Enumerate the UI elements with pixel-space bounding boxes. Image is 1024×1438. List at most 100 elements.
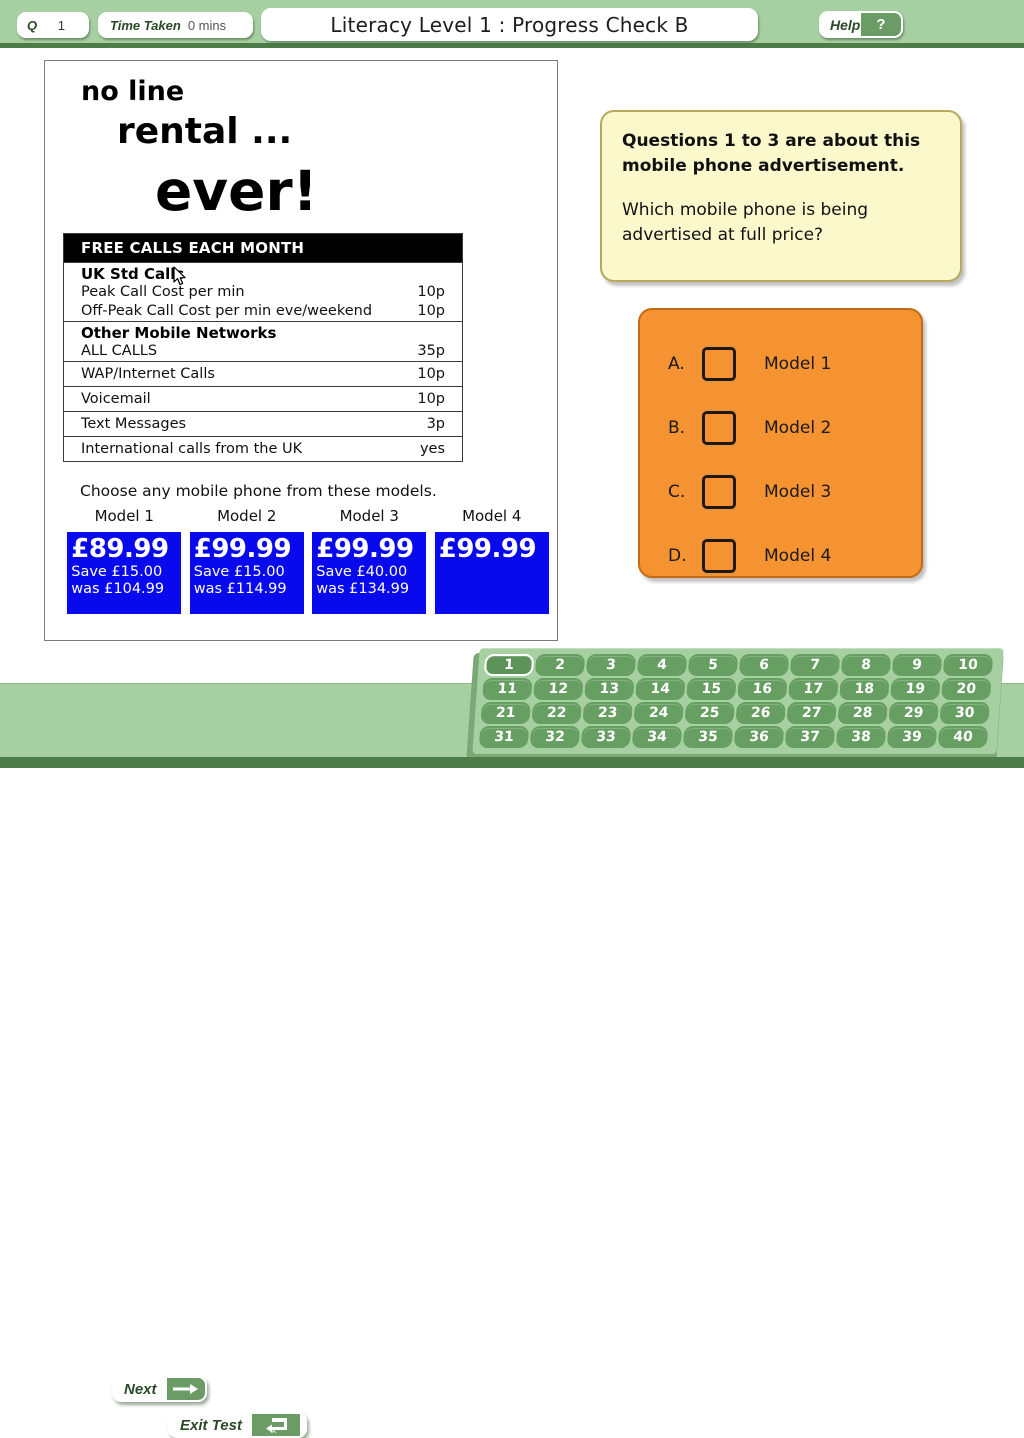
tariff-table-header: FREE CALLS EACH MONTH xyxy=(64,234,462,262)
numpad-button-19[interactable]: 19 xyxy=(890,678,941,700)
numpad-button-12[interactable]: 12 xyxy=(533,678,584,700)
numpad-button-26[interactable]: 26 xyxy=(735,702,786,724)
question-panel: Questions 1 to 3 are about this mobile p… xyxy=(600,110,962,282)
numpad-button-21[interactable]: 21 xyxy=(480,702,531,724)
model-name: Model 1 xyxy=(94,507,154,525)
model-price-box: £99.99 Save £15.00 was £114.99 xyxy=(189,532,304,614)
answer-checkbox-c[interactable] xyxy=(702,475,736,509)
tariff-row-label: Voicemail xyxy=(81,391,151,407)
numpad-button-30[interactable]: 30 xyxy=(939,702,990,724)
question-prompt-text: Which mobile phone is being advertised a… xyxy=(622,200,869,245)
numpad-button-28[interactable]: 28 xyxy=(837,702,888,724)
help-button-label: Help xyxy=(830,16,861,33)
numpad-button-10[interactable]: 10 xyxy=(942,654,994,676)
tariff-row-label: ALL CALLS xyxy=(81,343,158,359)
model-price-list: Model 1 £89.99 Save £15.00 was £104.99 M… xyxy=(63,507,553,614)
table-row: WAP/Internet Calls 10p xyxy=(64,362,462,386)
model-price-box: £99.99 Save £40.00 was £134.99 xyxy=(312,532,427,614)
numpad-button-23[interactable]: 23 xyxy=(582,702,633,724)
table-row: Voicemail 10p xyxy=(64,387,462,411)
time-taken-indicator: Time Taken 0 mins xyxy=(98,12,253,38)
question-number-value: 1 xyxy=(57,17,65,33)
model-price: £99.99 xyxy=(316,534,414,564)
time-taken-value: 0 mins xyxy=(187,17,227,33)
numpad-button-32[interactable]: 32 xyxy=(529,726,581,748)
numpad-button-34[interactable]: 34 xyxy=(631,726,683,748)
tariff-group-subtitle: UK Std Calls xyxy=(81,265,185,283)
table-row: International calls from the UK yes xyxy=(64,437,462,461)
tariff-row-label: Peak Call Cost per min xyxy=(81,284,245,300)
numpad-button-29[interactable]: 29 xyxy=(888,702,939,724)
tariff-row-value: yes xyxy=(419,441,445,457)
numpad-button-40[interactable]: 40 xyxy=(937,726,989,748)
numpad-button-31[interactable]: 31 xyxy=(478,726,530,748)
numpad-button-8[interactable]: 8 xyxy=(840,654,892,676)
table-row: ALL CALLS 35p xyxy=(64,342,462,361)
numpad-button-2[interactable]: 2 xyxy=(534,654,586,676)
answer-label: Model 4 xyxy=(764,546,832,566)
advert-headline-line-2: rental ... xyxy=(117,111,293,152)
answer-checkbox-b[interactable] xyxy=(702,411,736,445)
arrow-right-icon xyxy=(166,1378,205,1400)
numpad-button-27[interactable]: 27 xyxy=(786,702,837,724)
help-button[interactable]: Help ? xyxy=(819,11,903,38)
numpad-button-7[interactable]: 7 xyxy=(789,654,841,676)
tariff-row-value: 35p xyxy=(417,343,445,359)
footer-bottom-band xyxy=(0,757,1024,768)
tariff-row-value: 10p xyxy=(417,284,445,300)
answer-option-d[interactable]: D. Model 4 xyxy=(640,524,921,588)
numpad-button-18[interactable]: 18 xyxy=(839,678,890,700)
numpad-button-25[interactable]: 25 xyxy=(684,702,735,724)
numpad-button-37[interactable]: 37 xyxy=(784,726,836,748)
numpad-button-20[interactable]: 20 xyxy=(941,678,992,700)
numpad-button-15[interactable]: 15 xyxy=(686,678,737,700)
numpad-button-13[interactable]: 13 xyxy=(584,678,635,700)
app-header: Q 1 Time Taken 0 mins Literacy Level 1 :… xyxy=(0,0,1024,48)
model-was-price: was £104.99 xyxy=(71,580,165,597)
answer-option-a[interactable]: A. Model 1 xyxy=(640,332,921,396)
numpad-button-1[interactable]: 1 xyxy=(483,654,535,676)
numpad-button-24[interactable]: 24 xyxy=(633,702,684,724)
numpad-button-11[interactable]: 11 xyxy=(482,678,533,700)
tariff-row-label: Text Messages xyxy=(81,416,187,432)
question-numbers-pad: 1 2 3 4 5 6 7 8 9 10 11 12 13 14 15 16 1… xyxy=(472,648,1004,754)
answer-checkbox-d[interactable] xyxy=(702,539,736,573)
numpad-button-35[interactable]: 35 xyxy=(682,726,734,748)
choose-models-text: Choose any mobile phone from these model… xyxy=(80,482,437,500)
tariff-row-value: 10p xyxy=(417,366,445,382)
tariff-row-label: WAP/Internet Calls xyxy=(81,366,215,382)
numpad-button-6[interactable]: 6 xyxy=(738,654,790,676)
tariff-row-label: Off-Peak Call Cost per min eve/weekend xyxy=(81,303,373,319)
numpad-button-22[interactable]: 22 xyxy=(531,702,582,724)
numpad-button-16[interactable]: 16 xyxy=(737,678,788,700)
advert-headline-line-3: ever! xyxy=(155,159,318,223)
next-button[interactable]: Next xyxy=(112,1376,207,1402)
numpad-button-17[interactable]: 17 xyxy=(788,678,839,700)
numpad-button-5[interactable]: 5 xyxy=(687,654,739,676)
answer-label: Model 3 xyxy=(764,482,832,502)
numpad-button-38[interactable]: 38 xyxy=(835,726,887,748)
question-intro-text: Questions 1 to 3 are about this mobile p… xyxy=(622,131,921,176)
tariff-group-subtitle: Other Mobile Networks xyxy=(81,324,277,342)
numpad-button-39[interactable]: 39 xyxy=(886,726,938,748)
numpad-button-3[interactable]: 3 xyxy=(585,654,637,676)
model-column: Model 4 £99.99 xyxy=(431,507,554,614)
exit-test-button[interactable]: Exit Test x xyxy=(168,1412,307,1438)
answer-letter: A. xyxy=(668,354,685,374)
numpad-button-36[interactable]: 36 xyxy=(733,726,785,748)
answer-option-b[interactable]: B. Model 2 xyxy=(640,396,921,460)
tariff-group: International calls from the UK yes xyxy=(64,436,462,461)
numpad-button-33[interactable]: 33 xyxy=(580,726,632,748)
model-price-box: £99.99 xyxy=(434,532,549,614)
answer-letter: B. xyxy=(668,418,686,438)
answer-option-c[interactable]: C. Model 3 xyxy=(640,460,921,524)
model-name: Model 3 xyxy=(339,507,399,525)
numpad-button-9[interactable]: 9 xyxy=(891,654,943,676)
tariff-group: WAP/Internet Calls 10p xyxy=(64,361,462,386)
page-title: Literacy Level 1 : Progress Check B xyxy=(261,8,758,41)
numpad-button-4[interactable]: 4 xyxy=(636,654,688,676)
model-was-price: was £114.99 xyxy=(193,580,287,597)
numpad-button-14[interactable]: 14 xyxy=(635,678,686,700)
answer-checkbox-a[interactable] xyxy=(702,347,736,381)
answer-label: Model 1 xyxy=(764,354,832,374)
